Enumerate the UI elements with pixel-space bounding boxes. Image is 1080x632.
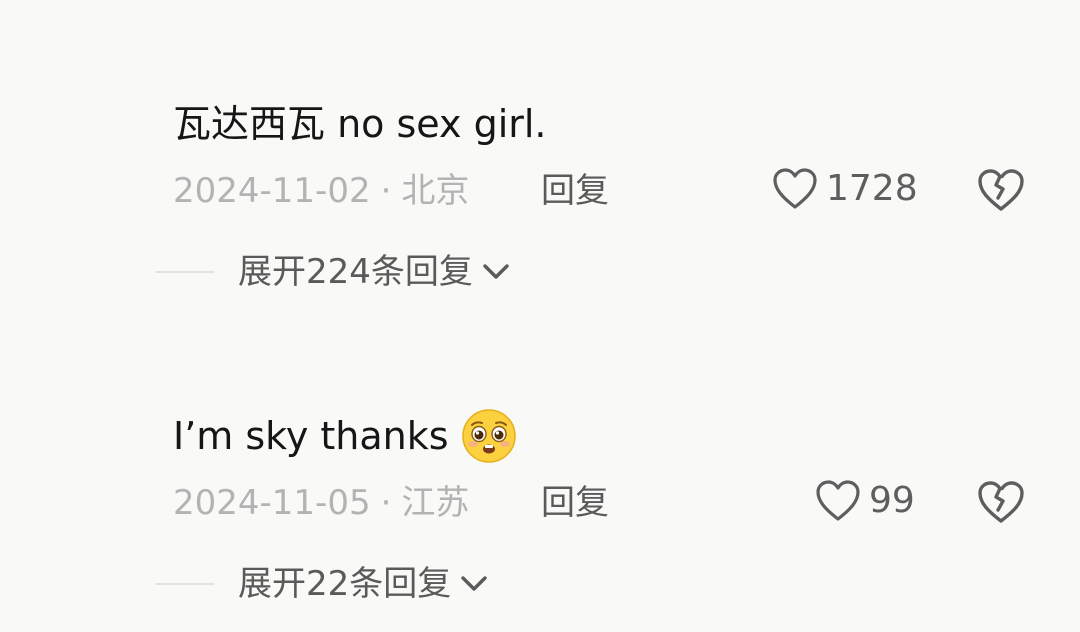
like-count: 99: [869, 480, 915, 521]
comment-meta: 2024-11-05 · 江苏: [173, 481, 469, 525]
comment-text[interactable]: I’m sky thanks: [173, 408, 517, 464]
heart-outline-icon: [816, 480, 860, 521]
comment-text-content: I’m sky thanks: [173, 414, 449, 458]
chevron-down-icon: [461, 576, 487, 591]
separator-dot: ·: [380, 483, 392, 523]
comment-item-2: I’m sky thanks 2024-11-05 · 江苏 回复 99 展开2…: [0, 0, 1080, 604]
pleading-face-emoji-icon: [461, 409, 516, 463]
divider-line: [156, 583, 214, 585]
comment-location: 江苏: [401, 483, 470, 523]
like-button[interactable]: 99: [815, 479, 915, 523]
reply-button[interactable]: 回复: [541, 481, 609, 525]
expand-replies-label: 展开22条回复: [238, 564, 452, 604]
comment-date: 2024-11-05: [173, 483, 371, 523]
expand-replies-button[interactable]: 展开22条回复: [156, 562, 489, 606]
broken-heart-icon[interactable]: [976, 479, 1026, 525]
